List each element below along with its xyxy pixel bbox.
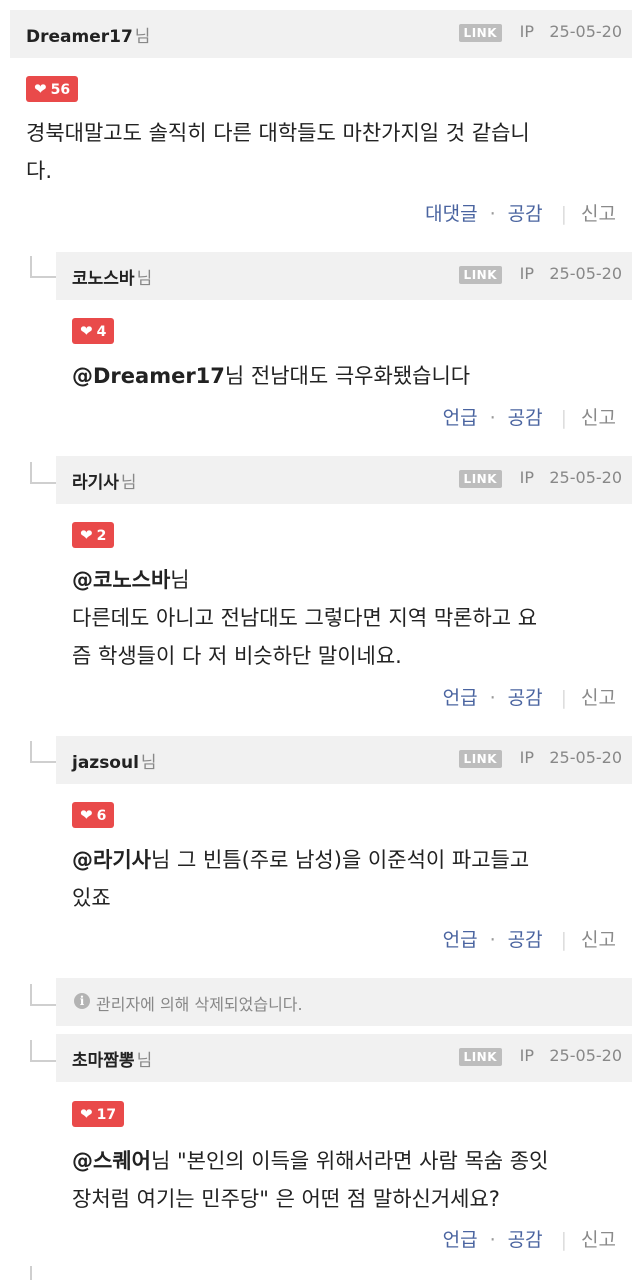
author-name[interactable]: jazsoul 님	[72, 748, 157, 773]
comment-actions: 언급 · 공감 | 신고	[442, 1229, 616, 1251]
like-count-badge[interactable]: ❤ 56	[26, 76, 79, 102]
heart-icon: ❤	[34, 80, 47, 98]
like-count-badge[interactable]: ❤ 2	[72, 522, 115, 548]
comment-body: @스퀘어님 "본인의 이득을 위해서라면 사람 목숨 종잇 장처럼 여기는 민주…	[72, 1149, 549, 1211]
comment-body: @라기사님 그 빈틈(주로 남성)을 이준석이 파고들고 있죠	[72, 848, 530, 910]
comment-body: 경북대말고도 솔직히 다른 대학들도 마찬가지일 것 같습니 다.	[26, 121, 530, 183]
comment-actions: 대댓글 · 공감 | 신고	[425, 203, 616, 225]
author-name[interactable]: Dreamer17 님	[26, 22, 150, 47]
comment-header: 초마짬뽕 님 LINK IP 25-05-20	[56, 1034, 632, 1082]
like-count-badge[interactable]: ❤ 17	[72, 1101, 125, 1127]
like-count-badge[interactable]: ❤ 6	[72, 802, 115, 828]
mention-button[interactable]: 언급	[443, 407, 478, 429]
ip-label: IP	[519, 748, 534, 767]
heart-icon: ❤	[80, 526, 93, 544]
comment-date: 25-05-20	[549, 468, 622, 487]
comment-actions: 언급 · 공감 | 신고	[442, 687, 616, 709]
mention-link[interactable]: @스퀘어	[72, 1149, 151, 1173]
comment-actions: 언급 · 공감 | 신고	[442, 929, 616, 951]
ip-label: IP	[519, 1046, 534, 1065]
mention-link[interactable]: @코노스바	[72, 568, 170, 592]
comment-date: 25-05-20	[549, 1046, 622, 1065]
heart-icon: ❤	[80, 322, 93, 340]
mention-button[interactable]: 언급	[443, 929, 478, 951]
empathy-button[interactable]: 공감	[508, 687, 543, 709]
comment-date: 25-05-20	[549, 264, 622, 283]
comment-header: jazsoul 님 LINK IP 25-05-20	[56, 736, 632, 784]
heart-icon: ❤	[80, 1105, 93, 1123]
heart-icon: ❤	[80, 806, 93, 824]
info-icon: i	[74, 993, 90, 1009]
mention-link[interactable]: @라기사	[72, 848, 151, 872]
mention-link[interactable]: @Dreamer17	[72, 364, 225, 388]
like-count-badge[interactable]: ❤ 4	[72, 318, 115, 344]
author-name[interactable]: 코노스바 님	[72, 264, 152, 289]
comment-date: 25-05-20	[549, 22, 622, 41]
comment-body: @코노스바님 다른데도 아니고 전남대도 그렇다면 지역 막론하고 요 즘 학생…	[72, 568, 538, 668]
comment-header: 코노스바 님 LINK IP 25-05-20	[56, 252, 632, 300]
reply-button[interactable]: 대댓글	[425, 203, 477, 225]
empathy-button[interactable]: 공감	[508, 203, 543, 225]
mention-button[interactable]: 언급	[443, 1229, 478, 1251]
comment-date: 25-05-20	[549, 748, 622, 767]
author-name[interactable]: 초마짬뽕 님	[72, 1046, 152, 1071]
empathy-button[interactable]: 공감	[508, 1229, 543, 1251]
comment-actions: 언급 · 공감 | 신고	[442, 407, 616, 429]
report-button[interactable]: 신고	[581, 203, 616, 225]
comment-header: Dreamer17 님 LINK IP 25-05-20	[10, 10, 632, 58]
link-badge[interactable]: LINK	[458, 1048, 502, 1066]
author-name[interactable]: 라기사 님	[72, 468, 137, 493]
link-badge[interactable]: LINK	[458, 24, 502, 42]
deleted-notice-text: 관리자에 의해 삭제되었습니다.	[96, 995, 303, 1014]
comment-body: @Dreamer17님 전남대도 극우화됐습니다	[72, 364, 471, 388]
deleted-comment-notice: i 관리자에 의해 삭제되었습니다.	[56, 978, 632, 1026]
empathy-button[interactable]: 공감	[508, 929, 543, 951]
comment-header: 라기사 님 LINK IP 25-05-20	[56, 456, 632, 504]
mention-button[interactable]: 언급	[443, 687, 478, 709]
ip-label: IP	[519, 264, 534, 283]
link-badge[interactable]: LINK	[458, 266, 502, 284]
empathy-button[interactable]: 공감	[508, 407, 543, 429]
link-badge[interactable]: LINK	[458, 470, 502, 488]
reply-connector	[30, 1266, 32, 1280]
link-badge[interactable]: LINK	[458, 750, 502, 768]
report-button[interactable]: 신고	[581, 1229, 616, 1251]
ip-label: IP	[519, 468, 534, 487]
report-button[interactable]: 신고	[581, 687, 616, 709]
ip-label: IP	[519, 22, 534, 41]
report-button[interactable]: 신고	[581, 407, 616, 429]
report-button[interactable]: 신고	[581, 929, 616, 951]
